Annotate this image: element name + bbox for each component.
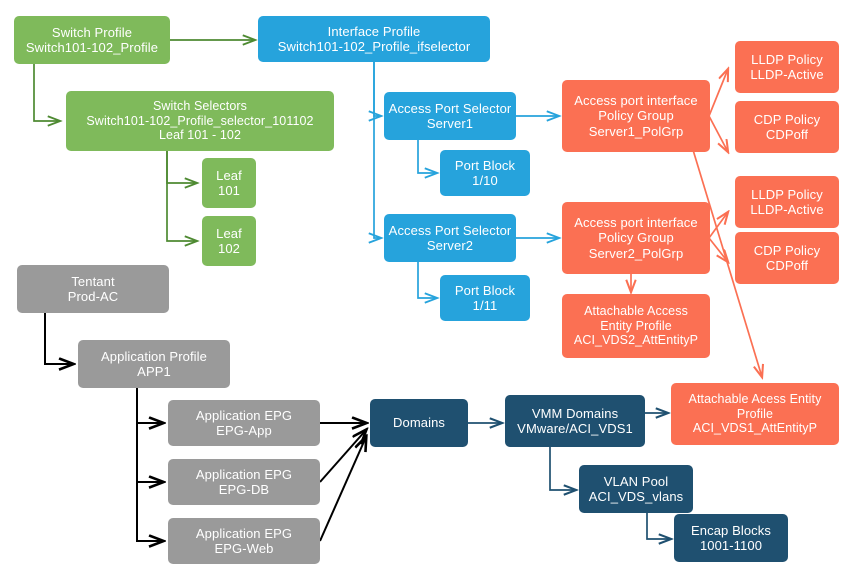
edge-application-profile-to-epg-db [136,388,163,482]
node-encap-blocks[interactable]: Encap Blocks 1001-1100 [674,514,788,562]
node-aaep-vds2[interactable]: Attachable Access Entity Profile ACI_VDS… [562,294,710,358]
node-epg-db[interactable]: Application EPG EPG-DB [168,459,320,505]
edge-polgrp-server2-to-cdp-policy-2 [708,237,728,262]
edge-vlan-pool-to-encap-blocks [646,513,671,539]
node-switch-profile[interactable]: Switch Profile Switch101-102_Profile [14,16,170,64]
edge-switch-selectors-to-leaf-102 [166,151,197,241]
node-cdp-policy-2[interactable]: CDP Policy CDPoff [735,232,839,284]
node-access-port-selector-server1[interactable]: Access Port Selector Server1 [384,92,516,140]
node-access-port-selector-server2[interactable]: Access Port Selector Server2 [384,214,516,262]
node-port-block-1-11[interactable]: Port Block 1/11 [440,275,530,321]
edge-interface-profile-to-aps-server1 [374,62,381,116]
edge-epg-db-to-domains [319,430,366,483]
edge-interface-profile-to-aps-server2 [374,62,381,238]
node-epg-app[interactable]: Application EPG EPG-App [168,400,320,446]
node-vlan-pool[interactable]: VLAN Pool ACI_VDS_vlans [579,465,693,513]
edge-aps-server1-to-port-block-110 [417,140,437,173]
node-epg-web[interactable]: Application EPG EPG-Web [168,518,320,564]
node-port-block-1-10[interactable]: Port Block 1/10 [440,150,530,196]
node-leaf-102[interactable]: Leaf 102 [202,216,256,266]
node-policy-group-server2[interactable]: Access port interface Policy Group Serve… [562,202,710,274]
node-lldp-policy-2[interactable]: LLDP Policy LLDP-Active [735,176,839,228]
node-lldp-policy-1[interactable]: LLDP Policy LLDP-Active [735,41,839,93]
node-application-profile[interactable]: Application Profile APP1 [78,340,230,388]
node-tenant[interactable]: Tentant Prod-AC [17,265,169,313]
network-topology-diagram: Switch Profile Switch101-102_Profile Swi… [0,0,853,586]
edge-application-profile-to-epg-app [136,388,163,423]
node-policy-group-server1[interactable]: Access port interface Policy Group Serve… [562,80,710,152]
node-leaf-101[interactable]: Leaf 101 [202,158,256,208]
edge-vmm-domains-to-vlan-pool [549,447,576,490]
node-domains[interactable]: Domains [370,399,468,447]
edge-epg-web-to-domains [319,437,366,542]
edge-switch-profile-to-switch-selectors [33,64,60,121]
edge-application-profile-to-epg-web [136,388,163,541]
edge-aps-server2-to-port-block-111 [417,262,437,298]
edge-polgrp-server1-to-lldp-policy-1 [708,69,728,117]
edge-polgrp-server1-to-cdp-policy-1 [708,115,728,152]
edge-polgrp-server2-to-lldp-policy-2 [708,212,728,239]
edge-switch-selectors-to-leaf-101 [166,151,197,183]
node-aaep-vds1[interactable]: Attachable Acess Entity Profile ACI_VDS1… [671,383,839,445]
node-vmm-domains[interactable]: VMM Domains VMware/ACI_VDS1 [505,395,645,447]
node-switch-selectors[interactable]: Switch Selectors Switch101-102_Profile_s… [66,91,334,151]
edge-tenant-to-application-profile [44,313,73,364]
node-interface-profile[interactable]: Interface Profile Switch101-102_Profile_… [258,16,490,62]
node-cdp-policy-1[interactable]: CDP Policy CDPoff [735,101,839,153]
